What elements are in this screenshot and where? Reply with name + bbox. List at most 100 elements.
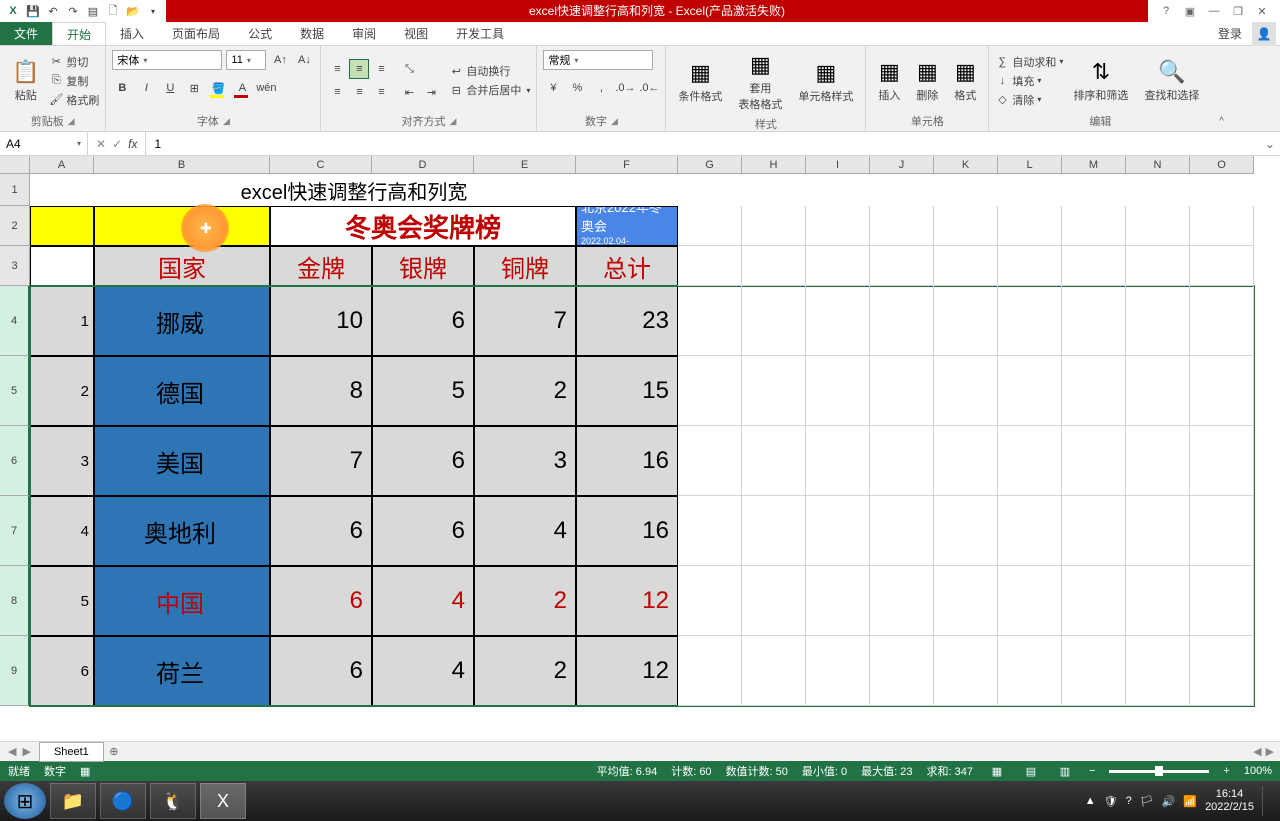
col-header-K[interactable]: K — [934, 156, 998, 174]
cell[interactable] — [998, 356, 1062, 426]
cell[interactable]: 12 — [576, 566, 678, 636]
clipboard-launcher[interactable]: ◢ — [68, 116, 75, 127]
cell[interactable] — [742, 496, 806, 566]
cell[interactable] — [30, 246, 94, 286]
tray-shield-icon[interactable]: 🛡 — [1104, 795, 1118, 808]
cell[interactable]: 7 — [474, 286, 576, 356]
help-icon[interactable]: ? — [1156, 5, 1176, 18]
collapse-ribbon-icon[interactable]: ^ — [1219, 116, 1224, 127]
cell[interactable]: 5 — [372, 356, 474, 426]
cell[interactable] — [1190, 496, 1254, 566]
tab-data[interactable]: 数据 — [286, 22, 338, 45]
phonetic-icon[interactable]: wén — [256, 78, 276, 98]
cell[interactable] — [1126, 246, 1190, 286]
taskbar-explorer-icon[interactable]: 📁 — [50, 783, 96, 819]
cell[interactable] — [678, 286, 742, 356]
indent-increase-icon[interactable]: ⇥ — [421, 82, 441, 102]
select-all-triangle[interactable] — [0, 156, 30, 174]
cell[interactable] — [870, 246, 934, 286]
zoom-slider[interactable] — [1109, 770, 1209, 773]
cell[interactable] — [870, 206, 934, 246]
tray-flag-icon[interactable]: 🏳 — [1140, 795, 1154, 808]
col-header-F[interactable]: F — [576, 156, 678, 174]
cell[interactable] — [1062, 636, 1126, 706]
merge-center-button[interactable]: ⊟合并后居中▾ — [449, 82, 530, 98]
cell[interactable]: 7 — [270, 426, 372, 496]
cell[interactable] — [934, 246, 998, 286]
cell[interactable]: 荷兰 — [94, 636, 270, 706]
cell[interactable] — [1062, 246, 1126, 286]
cell[interactable]: 6 — [270, 496, 372, 566]
tab-review[interactable]: 审阅 — [338, 22, 390, 45]
cell[interactable] — [934, 286, 998, 356]
cell[interactable] — [806, 356, 870, 426]
cell[interactable] — [1062, 496, 1126, 566]
cell[interactable] — [678, 426, 742, 496]
cell[interactable] — [998, 246, 1062, 286]
decrease-decimal-icon[interactable]: .0← — [639, 78, 659, 98]
cell[interactable] — [870, 356, 934, 426]
cell[interactable] — [742, 246, 806, 286]
row-header-8[interactable]: 8 — [0, 566, 30, 636]
cell[interactable]: excel快速调整行高和列宽 — [30, 174, 678, 206]
cell[interactable] — [742, 206, 806, 246]
cell[interactable] — [678, 566, 742, 636]
cell[interactable]: 2 — [474, 636, 576, 706]
formula-input[interactable]: 1 — [146, 137, 1260, 151]
cell[interactable] — [1190, 286, 1254, 356]
decrease-font-icon[interactable]: A↓ — [294, 50, 314, 70]
increase-font-icon[interactable]: A↑ — [270, 50, 290, 70]
alignment-launcher[interactable]: ◢ — [449, 116, 456, 127]
cell[interactable] — [870, 636, 934, 706]
cell[interactable]: 德国 — [94, 356, 270, 426]
cell[interactable] — [1190, 356, 1254, 426]
row-header-3[interactable]: 3 — [0, 246, 30, 286]
cell[interactable]: 16 — [576, 426, 678, 496]
italic-icon[interactable]: I — [136, 78, 156, 98]
enter-formula-icon[interactable]: ✓ — [112, 137, 122, 151]
column-headers[interactable]: ABCDEFGHIJKLMNO — [30, 156, 1254, 174]
redo-icon[interactable]: ↷ — [64, 2, 82, 20]
cell[interactable] — [1126, 286, 1190, 356]
cell[interactable]: 6 — [270, 566, 372, 636]
row-header-5[interactable]: 5 — [0, 356, 30, 426]
cell[interactable]: 2 — [30, 356, 94, 426]
row-headers[interactable]: 123456789 — [0, 174, 30, 706]
fill-color-icon[interactable]: 🪣 — [208, 78, 228, 98]
font-name-combo[interactable]: 宋体▾ — [112, 50, 222, 70]
qat-5[interactable]: 🗋 — [104, 2, 122, 20]
add-sheet-button[interactable]: ⊕ — [104, 745, 124, 758]
cell[interactable] — [806, 496, 870, 566]
format-painter-button[interactable]: 🖌格式刷 — [49, 92, 99, 108]
cell[interactable] — [1126, 206, 1190, 246]
zoom-in-icon[interactable]: + — [1223, 765, 1229, 777]
cell[interactable] — [998, 566, 1062, 636]
cell[interactable] — [1126, 636, 1190, 706]
row-header-9[interactable]: 9 — [0, 636, 30, 706]
cell[interactable] — [678, 636, 742, 706]
tab-file[interactable]: 文件 — [0, 22, 52, 45]
taskbar-excel-icon[interactable]: X — [200, 783, 246, 819]
cancel-formula-icon[interactable]: ✕ — [96, 137, 106, 151]
number-format-combo[interactable]: 常规▾ — [543, 50, 653, 70]
cell[interactable]: 8 — [270, 356, 372, 426]
ribbon-toggle-icon[interactable]: ▣ — [1180, 5, 1200, 18]
align-top-icon[interactable]: ≡ — [327, 59, 347, 79]
cell[interactable] — [742, 426, 806, 496]
cell[interactable] — [806, 566, 870, 636]
cell[interactable]: 6 — [372, 496, 474, 566]
login-link[interactable]: 登录 — [1208, 22, 1252, 45]
cell[interactable]: 4 — [474, 496, 576, 566]
cell[interactable] — [742, 286, 806, 356]
underline-icon[interactable]: U — [160, 78, 180, 98]
minimize-icon[interactable]: — — [1204, 5, 1224, 18]
number-launcher[interactable]: ◢ — [611, 116, 618, 127]
cell[interactable] — [806, 426, 870, 496]
col-header-O[interactable]: O — [1190, 156, 1254, 174]
align-center-icon[interactable]: ≡ — [349, 82, 369, 102]
cell[interactable] — [1062, 356, 1126, 426]
cell[interactable]: 6 — [372, 426, 474, 496]
zoom-level[interactable]: 100% — [1244, 765, 1272, 777]
col-header-N[interactable]: N — [1126, 156, 1190, 174]
view-page-icon[interactable]: ▤ — [1021, 765, 1041, 778]
